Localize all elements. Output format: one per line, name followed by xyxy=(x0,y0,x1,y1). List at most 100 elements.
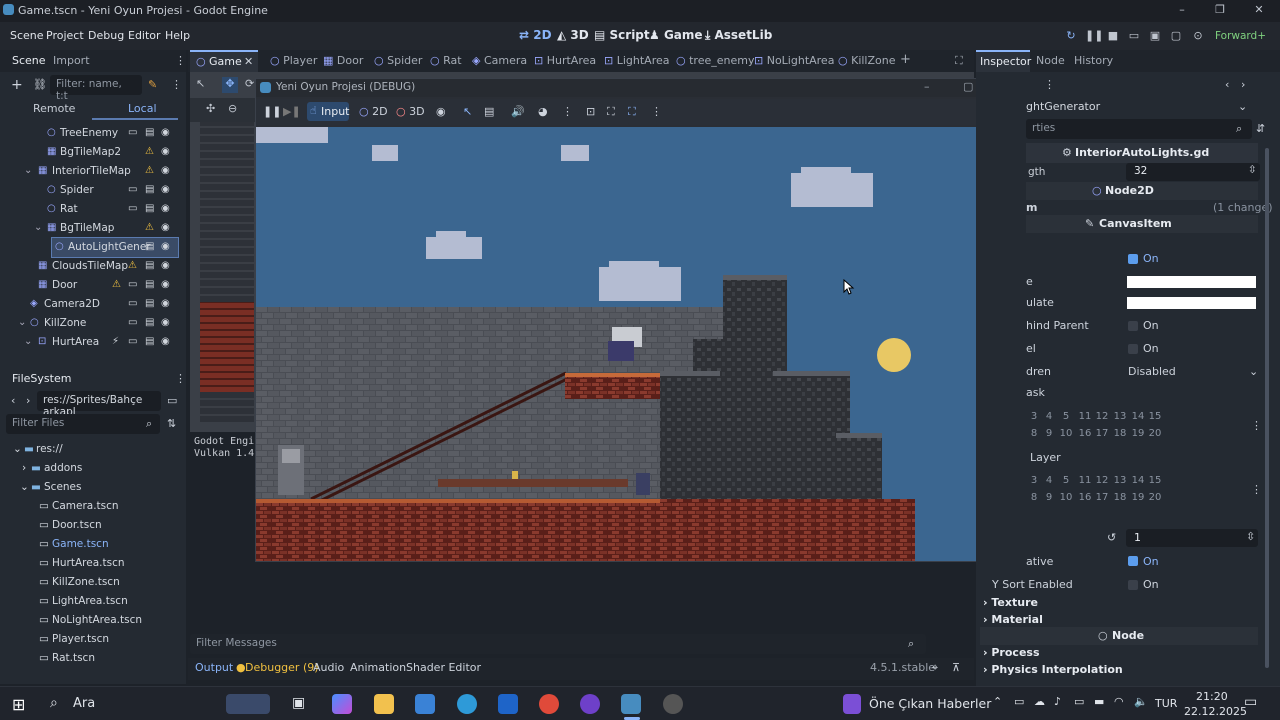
fs-row-file[interactable]: ▭ Player.tscn xyxy=(0,630,178,649)
tab-player[interactable]: ○ Player xyxy=(270,54,317,67)
menu-project[interactable]: Project xyxy=(46,29,84,42)
filter-messages-input[interactable]: Filter Messages xyxy=(190,634,926,654)
script-icon[interactable]: ▤ xyxy=(145,241,154,252)
windows-start-icon[interactable]: ⊞ xyxy=(12,695,25,714)
tray-icon[interactable]: ▭ xyxy=(1014,695,1024,708)
tab-spider[interactable]: ○ Spider xyxy=(374,54,422,67)
bottom-tab-debugger[interactable]: Debugger (9) xyxy=(245,661,319,674)
tree-row-rat[interactable]: ○ Rat ▭ ▤ ◉ xyxy=(0,200,178,219)
mode-script-button[interactable]: ▤ Script xyxy=(594,28,650,42)
fs-row-file[interactable]: ▭ HurtArea.tscn xyxy=(0,554,178,573)
tree-row-cloudstilemap[interactable]: ▦ CloudsTileMap ⚠ ▤ ◉ xyxy=(0,257,178,276)
script-icon[interactable]: ▤ xyxy=(145,298,154,309)
visibility-icon[interactable]: ◉ xyxy=(161,241,170,252)
sort-icon[interactable]: ⇅ xyxy=(167,417,176,430)
reload-icon[interactable]: ↻ xyxy=(1064,29,1078,43)
revert-icon[interactable]: ↺ xyxy=(1107,531,1116,544)
tree-row-camera2d[interactable]: ◈ Camera2D ▭ ▤ ◉ xyxy=(0,295,178,314)
tab-inspector[interactable]: Inspector xyxy=(976,50,1031,72)
mode-game-button[interactable]: ♟ Game xyxy=(649,28,703,42)
visibility-icon[interactable]: ◉ xyxy=(161,165,170,176)
add-tab-icon[interactable]: + xyxy=(900,52,911,67)
copilot-icon[interactable] xyxy=(332,694,352,714)
options-icon[interactable]: ⋮ xyxy=(651,105,662,118)
tab-game[interactable]: ○ Game ✕ xyxy=(190,50,258,72)
fullscreen-icon[interactable]: ⛶ xyxy=(607,105,615,119)
dropdown-icon[interactable]: ⌄ xyxy=(1249,365,1258,378)
tab-tree-enemy[interactable]: ○ tree_enemy xyxy=(676,54,754,67)
dropdown-icon[interactable]: ⌄ xyxy=(1238,100,1247,113)
instance-icon[interactable]: ▭ xyxy=(128,298,137,309)
next-frame-icon[interactable]: ▶❚ xyxy=(283,105,301,118)
menu-help[interactable]: Help xyxy=(165,29,190,42)
property-filter-input[interactable]: rties xyxy=(1026,119,1252,139)
instance-icon[interactable]: ▭ xyxy=(128,317,137,328)
script-icon[interactable]: ▤ xyxy=(145,127,154,138)
fs-row-file[interactable]: ▭ NoLightArea.tscn xyxy=(0,611,178,630)
spin-icon[interactable]: ⇳ xyxy=(1248,164,1257,176)
language-indicator[interactable]: TUR xyxy=(1155,697,1177,710)
close-tab-icon[interactable]: ✕ xyxy=(244,55,253,68)
back-icon[interactable]: ‹ xyxy=(1225,78,1229,91)
rotate-tool-icon[interactable]: ⟳ xyxy=(245,77,254,90)
keep-aspect-icon[interactable]: ⊡ xyxy=(586,105,595,118)
github-icon[interactable] xyxy=(580,694,600,714)
zoom-out-icon[interactable]: ⊖ xyxy=(228,102,237,115)
mail-icon[interactable] xyxy=(498,694,518,714)
fs-row-scenes[interactable]: ⌄ ▬ Scenes xyxy=(0,478,178,497)
tree-row-spider[interactable]: ○ Spider ▭ ▤ ◉ xyxy=(0,181,178,200)
script-icon[interactable]: ▤ xyxy=(145,203,154,214)
group-physics-interpolation[interactable]: › Physics Interpolation xyxy=(983,663,1123,676)
collapse-arrow-icon[interactable]: ⌄ xyxy=(24,165,32,176)
embed-icon[interactable]: ⛶ xyxy=(628,105,636,119)
mode-3d-button[interactable]: ◭ 3D xyxy=(557,28,589,42)
section-node2d[interactable]: ○ Node2D xyxy=(1026,182,1258,200)
minimize-icon[interactable]: – xyxy=(1174,3,1190,17)
tab-lightarea[interactable]: ⊡ LightArea xyxy=(604,54,669,67)
maximize-icon[interactable]: ▢ xyxy=(963,80,973,93)
tab-camera[interactable]: ◈ Camera xyxy=(472,54,527,67)
self-modulate-color-swatch[interactable] xyxy=(1127,297,1256,309)
tab-history[interactable]: History xyxy=(1074,54,1113,67)
distraction-free-icon[interactable]: ⛶ xyxy=(955,54,963,68)
tree-row-bgtilemap2[interactable]: ▦ BgTileMap2 ⚠ ◉ xyxy=(0,143,178,162)
modulate-color-swatch[interactable] xyxy=(1127,276,1256,288)
tab-node[interactable]: Node xyxy=(1036,54,1065,67)
center-view-icon[interactable]: ✣ xyxy=(206,102,215,115)
tab-scene[interactable]: Scene xyxy=(12,54,46,67)
dock-menu-icon[interactable]: ⋮ xyxy=(175,54,186,67)
split-view-icon[interactable]: ▭ xyxy=(167,394,177,407)
script-icon[interactable]: ▤ xyxy=(145,336,154,347)
inspector-menu-icon[interactable]: ⋮ xyxy=(1044,78,1055,91)
tree-row-autolightgenerator[interactable]: ○ AutoLightGener ▤ ◉ xyxy=(51,237,179,258)
length-field[interactable]: 32 ⇳ xyxy=(1126,163,1260,181)
filter-options-icon[interactable]: ✎ xyxy=(148,78,157,91)
script-icon[interactable]: ▤ xyxy=(145,279,154,290)
light-mask-grid[interactable]: 3 4 5 11 12 13 14 15 8 9 10 16 17 18 19 … xyxy=(1026,409,1166,443)
news-widget-label[interactable]: Öne Çıkan Haberler xyxy=(869,696,991,711)
visibility-icon[interactable]: ◉ xyxy=(161,222,170,233)
renderer-select[interactable]: Forward+ xyxy=(1215,30,1266,42)
notifications-icon[interactable]: ▭ xyxy=(1244,694,1257,710)
link-icon[interactable]: ⛓ xyxy=(33,78,47,91)
news-widget-icon[interactable] xyxy=(843,694,861,714)
instance-icon[interactable]: ▭ xyxy=(128,279,137,290)
mic-icon[interactable]: ♪ xyxy=(1054,695,1061,708)
y-sort-checkbox[interactable] xyxy=(1128,580,1138,590)
menu-debug[interactable]: Debug xyxy=(88,29,124,42)
fs-row-file[interactable]: ▭ LightArea.tscn xyxy=(0,592,178,611)
scene-filter-input[interactable]: Filter: name, t:t xyxy=(50,75,142,102)
wifi-icon[interactable]: ◠ xyxy=(1114,695,1124,708)
file-explorer-icon[interactable] xyxy=(374,694,394,714)
godot-taskbar-icon[interactable] xyxy=(621,694,641,714)
display-icon[interactable]: ▭ xyxy=(1074,695,1084,708)
object-type-label[interactable]: ghtGenerator xyxy=(1026,100,1100,113)
script-icon[interactable]: ▤ xyxy=(145,184,154,195)
menu-scene[interactable]: Scene xyxy=(10,29,44,42)
chrome-icon[interactable] xyxy=(539,694,559,714)
camera-override-icon[interactable]: ◕ xyxy=(538,105,548,118)
visibility-icon[interactable]: ◉ xyxy=(161,203,170,214)
bottom-tab-audio[interactable]: Audio xyxy=(313,661,344,674)
instance-icon[interactable]: ▭ xyxy=(128,127,137,138)
script-icon[interactable]: ▤ xyxy=(145,317,154,328)
